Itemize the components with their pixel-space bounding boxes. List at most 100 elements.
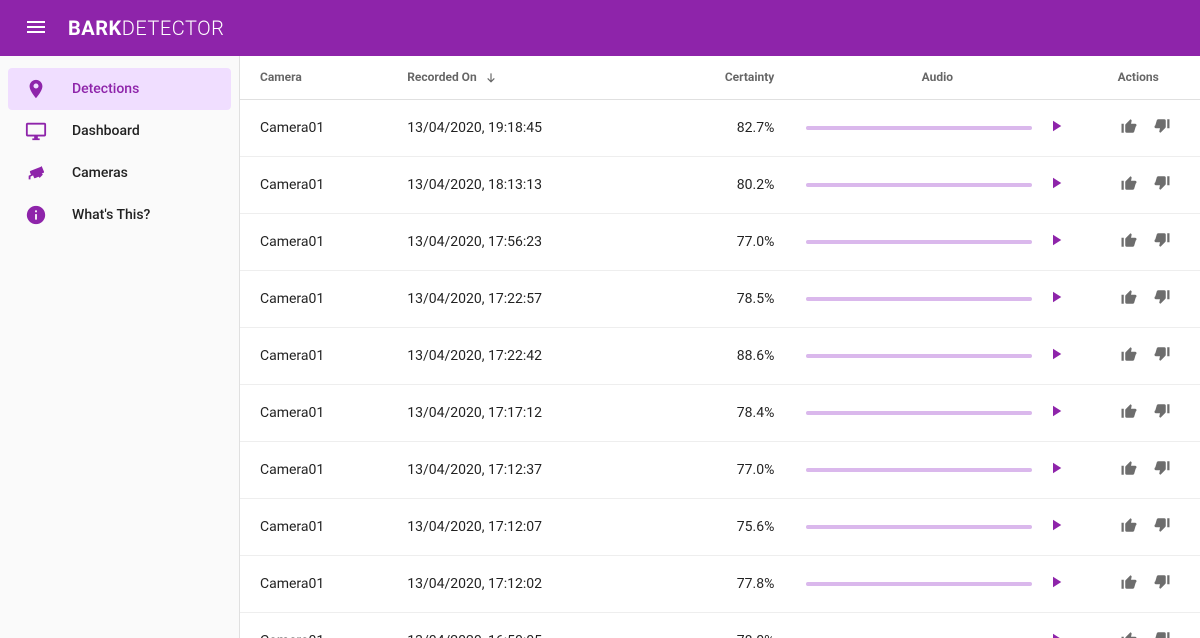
thumbs-down-button[interactable]	[1148, 342, 1176, 370]
thumbs-down-icon	[1153, 117, 1171, 138]
cell-certainty: 82.7%	[664, 99, 790, 156]
cell-audio	[790, 384, 1084, 441]
audio-progress[interactable]	[806, 525, 1032, 529]
thumbs-down-button[interactable]	[1148, 570, 1176, 598]
cell-actions	[1084, 270, 1200, 327]
cell-camera: Camera01	[240, 270, 391, 327]
thumbs-down-button[interactable]	[1148, 114, 1176, 142]
thumbs-down-icon	[1153, 630, 1171, 638]
content: Camera Recorded On Certainty Audi	[240, 56, 1200, 638]
thumbs-down-button[interactable]	[1148, 228, 1176, 256]
place-icon	[24, 77, 48, 101]
cell-camera: Camera01	[240, 384, 391, 441]
play-button[interactable]	[1044, 230, 1068, 254]
thumbs-up-icon	[1120, 288, 1138, 309]
cell-recorded-on: 13/04/2020, 17:17:12	[391, 384, 664, 441]
menu-button[interactable]	[16, 8, 56, 48]
cell-actions	[1084, 384, 1200, 441]
cell-audio	[790, 156, 1084, 213]
cell-camera: Camera01	[240, 555, 391, 612]
sidebar-item-cameras[interactable]: Cameras	[8, 152, 231, 194]
thumbs-down-button[interactable]	[1148, 399, 1176, 427]
play-button[interactable]	[1044, 287, 1068, 311]
sidebar-item-label: Detections	[72, 81, 139, 97]
play-icon	[1047, 402, 1065, 423]
cell-recorded-on: 13/04/2020, 17:22:42	[391, 327, 664, 384]
thumbs-down-button[interactable]	[1148, 456, 1176, 484]
audio-progress[interactable]	[806, 240, 1032, 244]
thumbs-up-button[interactable]	[1115, 114, 1143, 142]
play-icon	[1047, 630, 1065, 638]
thumbs-up-button[interactable]	[1115, 627, 1143, 638]
cell-certainty: 78.0%	[664, 612, 790, 638]
cell-actions	[1084, 612, 1200, 638]
col-header-certainty[interactable]: Certainty	[664, 56, 790, 99]
thumbs-up-button[interactable]	[1115, 342, 1143, 370]
thumbs-down-icon	[1153, 288, 1171, 309]
thumbs-up-button[interactable]	[1115, 570, 1143, 598]
play-button[interactable]	[1044, 629, 1068, 638]
thumbs-up-icon	[1120, 345, 1138, 366]
thumbs-down-button[interactable]	[1148, 171, 1176, 199]
thumbs-up-icon	[1120, 402, 1138, 423]
play-button[interactable]	[1044, 458, 1068, 482]
col-header-actions: Actions	[1084, 56, 1200, 99]
thumbs-down-icon	[1153, 402, 1171, 423]
menu-icon	[24, 15, 48, 42]
thumbs-up-button[interactable]	[1115, 228, 1143, 256]
audio-progress[interactable]	[806, 354, 1032, 358]
cell-recorded-on: 13/04/2020, 19:18:45	[391, 99, 664, 156]
audio-progress[interactable]	[806, 183, 1032, 187]
play-button[interactable]	[1044, 401, 1068, 425]
cell-recorded-on: 13/04/2020, 18:13:13	[391, 156, 664, 213]
thumbs-down-button[interactable]	[1148, 285, 1176, 313]
play-button[interactable]	[1044, 173, 1068, 197]
cell-audio	[790, 327, 1084, 384]
audio-progress[interactable]	[806, 468, 1032, 472]
audio-progress[interactable]	[806, 297, 1032, 301]
cell-camera: Camera01	[240, 213, 391, 270]
thumbs-up-button[interactable]	[1115, 456, 1143, 484]
cell-recorded-on: 13/04/2020, 17:12:02	[391, 555, 664, 612]
cell-actions	[1084, 441, 1200, 498]
cell-audio	[790, 612, 1084, 638]
play-button[interactable]	[1044, 572, 1068, 596]
detections-table: Camera Recorded On Certainty Audi	[240, 56, 1200, 638]
audio-progress[interactable]	[806, 126, 1032, 130]
cell-actions	[1084, 555, 1200, 612]
info-icon	[24, 203, 48, 227]
col-header-audio: Audio	[790, 56, 1084, 99]
desktop-icon	[24, 119, 48, 143]
cell-camera: Camera01	[240, 99, 391, 156]
play-button[interactable]	[1044, 515, 1068, 539]
audio-progress[interactable]	[806, 582, 1032, 586]
cell-audio	[790, 441, 1084, 498]
sidebar-item-dashboard[interactable]: Dashboard	[8, 110, 231, 152]
thumbs-up-button[interactable]	[1115, 513, 1143, 541]
play-button[interactable]	[1044, 344, 1068, 368]
play-icon	[1047, 345, 1065, 366]
cell-camera: Camera01	[240, 156, 391, 213]
sidebar-item-detections[interactable]: Detections	[8, 68, 231, 110]
sidebar-item-label: Cameras	[72, 165, 128, 181]
table-row: Camera01 13/04/2020, 17:17:12 78.4%	[240, 384, 1200, 441]
sidebar-item-whats-this[interactable]: What's This?	[8, 194, 231, 236]
thumbs-up-button[interactable]	[1115, 399, 1143, 427]
cell-audio	[790, 270, 1084, 327]
play-button[interactable]	[1044, 116, 1068, 140]
cell-actions	[1084, 498, 1200, 555]
audio-progress[interactable]	[806, 411, 1032, 415]
cell-audio	[790, 213, 1084, 270]
thumbs-up-button[interactable]	[1115, 171, 1143, 199]
table-row: Camera01 13/04/2020, 17:12:07 75.6%	[240, 498, 1200, 555]
col-header-camera[interactable]: Camera	[240, 56, 391, 99]
thumbs-up-icon	[1120, 459, 1138, 480]
thumbs-down-icon	[1153, 459, 1171, 480]
col-header-recorded-on[interactable]: Recorded On	[391, 56, 664, 99]
thumbs-down-button[interactable]	[1148, 513, 1176, 541]
thumbs-up-button[interactable]	[1115, 285, 1143, 313]
cell-actions	[1084, 327, 1200, 384]
thumbs-down-button[interactable]	[1148, 627, 1176, 638]
table-row: Camera01 13/04/2020, 18:13:13 80.2%	[240, 156, 1200, 213]
cell-camera: Camera01	[240, 327, 391, 384]
